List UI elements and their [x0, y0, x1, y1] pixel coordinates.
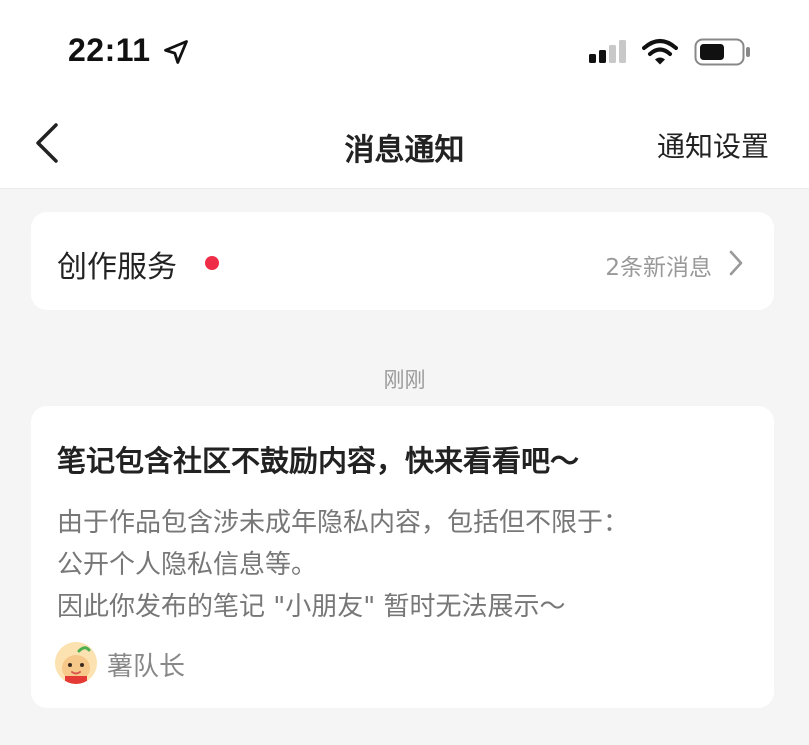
unread-dot [205, 256, 219, 270]
status-bar: 22:11 [0, 0, 809, 100]
creator-service-card[interactable]: 创作服务 2条新消息 [31, 212, 774, 310]
message-title: 笔记包含社区不鼓励内容，快来看看吧～ [57, 444, 580, 478]
sender-name: 薯队长 [107, 652, 186, 682]
notification-message-card[interactable]: 笔记包含社区不鼓励内容，快来看看吧～ 由于作品包含涉未成年隐私内容，包括但不限于… [31, 406, 774, 708]
location-arrow-icon [162, 38, 190, 70]
message-body-line: 因此你发布的笔记 "小朋友" 暂时无法展示～ [57, 592, 566, 622]
message-body: 由于作品包含涉未成年隐私内容，包括但不限于： 公开个人隐私信息等。 因此你发布的… [57, 502, 629, 628]
message-body-line: 公开个人隐私信息等。 [57, 550, 318, 580]
new-message-count: 2条新消息 [605, 255, 712, 281]
message-timestamp: 刚刚 [383, 368, 426, 392]
nav-bar: 消息通知 通知设置 [0, 100, 809, 189]
creator-service-title: 创作服务 [57, 250, 177, 285]
chevron-right-icon [728, 250, 744, 280]
message-body-line: 由于作品包含涉未成年隐私内容，包括但不限于： [57, 508, 630, 538]
battery-icon [694, 38, 752, 70]
sender-avatar [55, 642, 97, 684]
signal-icon [589, 40, 631, 70]
status-time: 22:11 [68, 32, 151, 68]
wifi-icon [642, 37, 678, 71]
notification-settings-button[interactable]: 通知设置 [657, 125, 769, 165]
